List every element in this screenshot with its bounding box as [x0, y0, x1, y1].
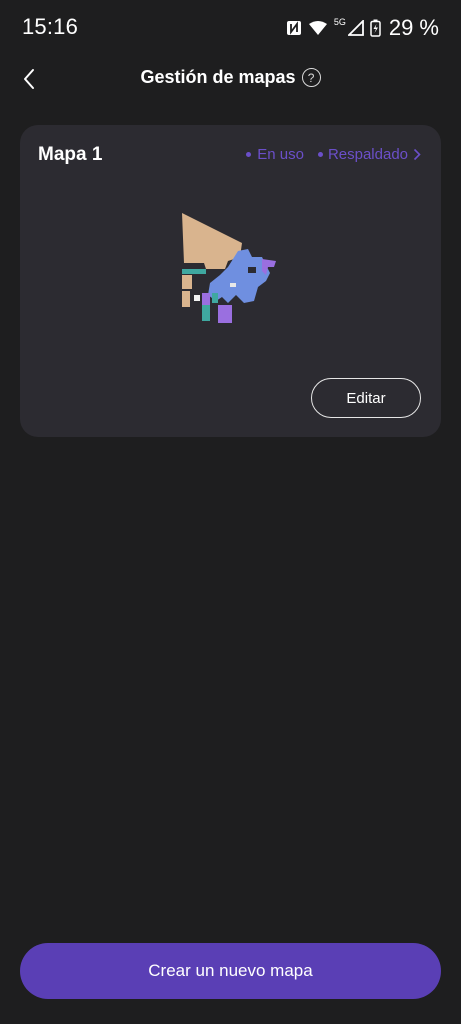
screen: 15:16 5G 29 % Gestión de mapas ? Mapa 1 …	[0, 0, 461, 1024]
status-in-use: En uso	[246, 146, 304, 163]
status-icons: 5G 29 %	[286, 14, 439, 42]
battery-icon	[370, 19, 381, 37]
help-icon[interactable]: ?	[301, 68, 321, 87]
edit-button[interactable]: Editar	[311, 378, 421, 418]
help-icon-symbol: ?	[307, 70, 315, 85]
chevron-right-icon	[413, 148, 421, 161]
nfc-icon	[286, 20, 302, 36]
status-time: 15:16	[22, 14, 79, 39]
page-title: Gestión de mapas ?	[0, 67, 461, 88]
battery-percent: 29 %	[388, 15, 439, 40]
map-marker	[194, 295, 200, 301]
wifi-icon	[308, 20, 328, 36]
status-dot	[317, 152, 323, 157]
map-thumbnail[interactable]	[170, 205, 290, 335]
signal-icon	[347, 20, 364, 36]
network-type: 5G	[333, 17, 346, 27]
status-bar: 15:16 5G 29 %	[0, 0, 461, 56]
status-backed-up-label: Respaldado	[327, 146, 408, 163]
backup-status-link[interactable]: Respaldado	[317, 146, 421, 163]
create-map-button[interactable]: Crear un nuevo mapa	[20, 943, 441, 999]
map-name: Mapa 1	[38, 144, 103, 165]
status-dot	[246, 152, 252, 157]
page-title-text: Gestión de mapas	[140, 67, 296, 87]
status-in-use-label: En uso	[257, 146, 304, 163]
map-card[interactable]: Mapa 1 En uso Respaldado Editar	[20, 125, 441, 437]
header: Gestión de mapas ?	[0, 56, 461, 102]
map-status: En uso Respaldado	[246, 146, 421, 163]
